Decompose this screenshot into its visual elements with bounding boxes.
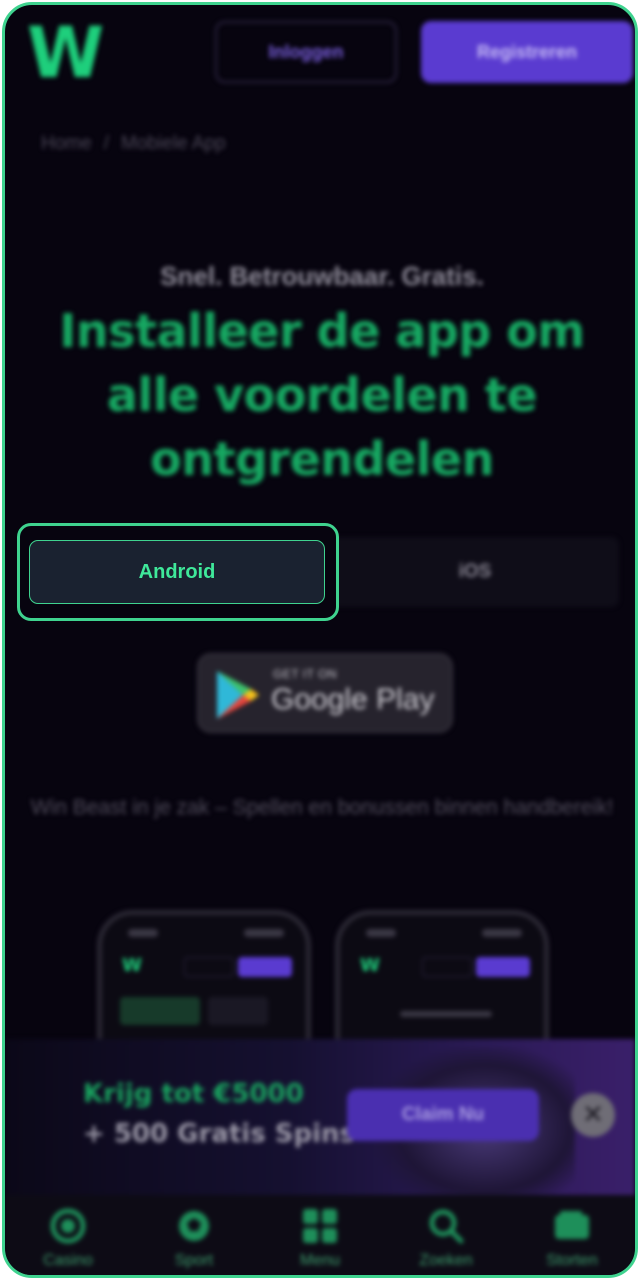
phone-time <box>366 929 396 937</box>
brand-logo[interactable]: W <box>27 17 113 89</box>
nav-label: Menu <box>299 1252 341 1269</box>
promo-banner <box>5 1039 635 1195</box>
login-button[interactable]: Inloggen <box>215 21 397 83</box>
blurred-page: W Inloggen Registreren Home / Mobiele Ap… <box>5 5 635 1275</box>
tab-ios[interactable]: iOS <box>335 537 615 607</box>
bottom-nav: Casino Sport Menu Zoeken Storten <box>5 1195 635 1275</box>
grid-icon <box>303 1209 337 1243</box>
promo-free-spins: + 500 Gratis Spins <box>83 1119 355 1149</box>
tab-android[interactable]: Android <box>29 540 325 604</box>
app-subtext: Win Beast in je zak – Spellen en bonusse… <box>30 796 614 819</box>
google-play-badge[interactable]: GET IT ON Google Play <box>197 653 453 733</box>
nav-item-menu[interactable]: Menu <box>265 1206 375 1270</box>
close-icon[interactable]: ✕ <box>571 1093 615 1137</box>
hero-headline: Installeer de app om alle voordelen te o… <box>59 304 585 486</box>
phone-preview-left: W <box>97 910 311 1050</box>
promo-bonus-amount: Krijg tot €5000 <box>83 1079 304 1109</box>
google-play-icon <box>217 671 259 719</box>
phone-register-button <box>238 957 292 977</box>
phone-text-line <box>400 1011 492 1017</box>
phone-logo: W <box>122 955 142 976</box>
nav-label: Zoeken <box>419 1252 473 1269</box>
nav-item-deposit[interactable]: Storten <box>517 1206 627 1270</box>
breadcrumb: Home / Mobiele App <box>41 133 226 155</box>
breadcrumb-separator: / <box>103 133 109 154</box>
phone-logo: W <box>360 955 380 976</box>
search-icon <box>429 1209 464 1244</box>
casino-chip-icon <box>50 1208 86 1244</box>
phone-tab <box>208 997 268 1025</box>
nav-label: Sport <box>174 1252 214 1269</box>
breadcrumb-home[interactable]: Home <box>41 133 92 155</box>
breadcrumb-current: Mobiele App <box>120 133 226 154</box>
wallet-icon <box>555 1211 589 1239</box>
register-button[interactable]: Registreren <box>421 21 633 83</box>
store-badge-small-text: GET IT ON <box>273 667 338 681</box>
phone-status-icons <box>244 929 284 937</box>
soccer-ball-icon <box>179 1211 209 1241</box>
nav-item-sport[interactable]: Sport <box>139 1206 249 1270</box>
phone-tab-active <box>120 997 200 1025</box>
phone-status-icons <box>482 929 522 937</box>
claim-now-button[interactable]: Claim Nu <box>347 1089 539 1141</box>
phone-time <box>128 929 158 937</box>
device-frame: W Inloggen Registreren Home / Mobiele Ap… <box>2 2 638 1278</box>
phone-login-button <box>184 957 234 977</box>
phone-preview-right: W <box>335 910 549 1050</box>
nav-label: Storten <box>546 1252 598 1269</box>
nav-label: Casino <box>43 1252 93 1269</box>
nav-item-search[interactable]: Zoeken <box>391 1206 501 1270</box>
nav-item-casino[interactable]: Casino <box>13 1206 123 1270</box>
store-badge-big-text: Google Play <box>271 683 435 716</box>
phone-register-button <box>476 957 530 977</box>
hero-tagline: Snel. Betrouwbaar. Gratis. <box>160 261 484 291</box>
phone-login-button <box>422 957 472 977</box>
